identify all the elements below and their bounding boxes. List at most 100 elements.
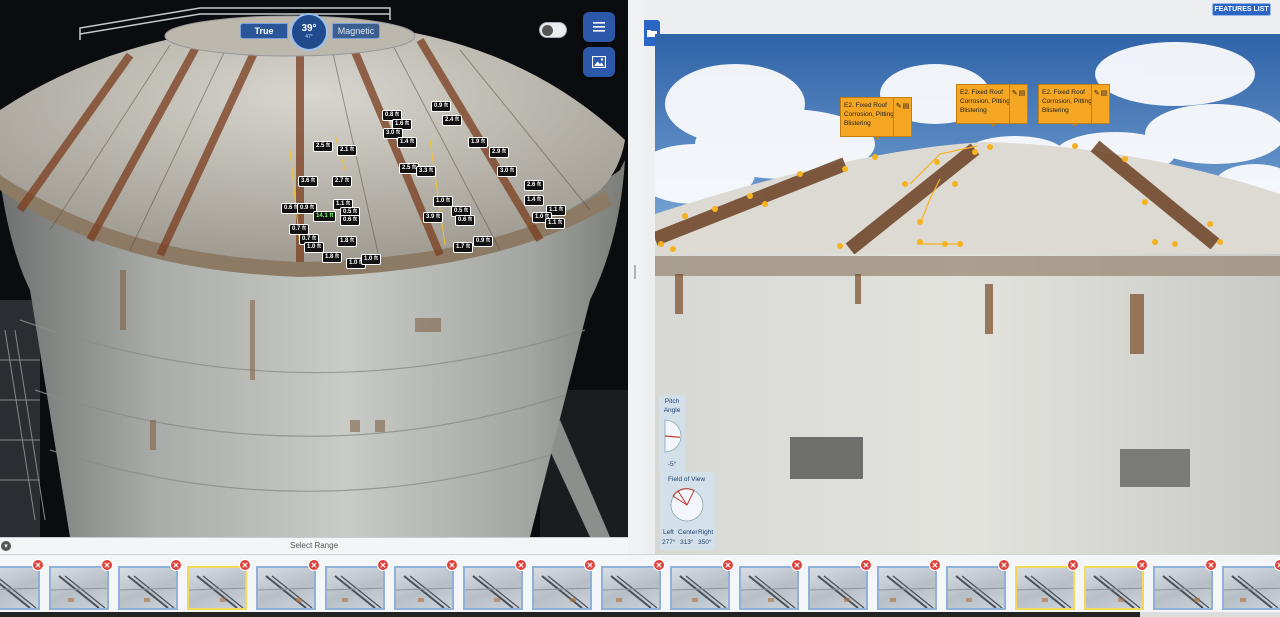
thumbnail-picture <box>672 575 728 608</box>
tank-3d-model[interactable] <box>0 0 628 537</box>
measurement-label[interactable]: 2.1 ft <box>337 145 358 156</box>
thumbnail-image[interactable] <box>877 566 937 610</box>
close-icon[interactable]: ✕ <box>584 559 596 571</box>
thumbnail-image[interactable] <box>394 566 454 610</box>
close-icon[interactable]: ✕ <box>170 559 182 571</box>
view-toggle[interactable] <box>539 22 567 38</box>
measurement-label[interactable]: 2.5 ft <box>313 141 334 152</box>
features-list-button[interactable]: FEATURES LIST <box>1212 3 1271 16</box>
field-of-view-widget: Field of View Left Center Right 277° 313… <box>660 472 715 550</box>
measurement-label[interactable]: 3.3 ft <box>416 166 437 177</box>
thumbnail-image[interactable] <box>1084 566 1144 610</box>
close-icon[interactable]: ✕ <box>377 559 389 571</box>
measurement-label[interactable]: 1.8 ft <box>337 236 358 247</box>
thumbnail-image[interactable] <box>1015 566 1075 610</box>
feature-tag-tools: ✎ ▤ <box>893 98 911 136</box>
fov-right-value: 350° <box>698 539 712 546</box>
magnetic-north-button[interactable]: Magnetic <box>332 23 380 39</box>
thumbnail-image[interactable] <box>808 566 868 610</box>
thumbnail-image[interactable] <box>601 566 661 610</box>
measurement-label[interactable]: 1.0 ft <box>361 254 382 265</box>
thumbnail-image[interactable] <box>532 566 592 610</box>
pencil-icon[interactable]: ✎ <box>1012 89 1018 123</box>
measurement-label[interactable]: 2.9 ft <box>489 147 510 158</box>
splitter-grip[interactable] <box>634 265 636 279</box>
thumbnail-picture <box>120 575 176 608</box>
thumbnail-image[interactable] <box>739 566 799 610</box>
select-range-bar[interactable]: ▾ Select Range <box>0 537 628 554</box>
close-icon[interactable]: ✕ <box>722 559 734 571</box>
measurement-label[interactable]: 0.6 ft <box>340 215 361 226</box>
close-icon[interactable]: ✕ <box>101 559 113 571</box>
measurement-label[interactable]: 3.0 ft <box>497 166 518 177</box>
close-icon[interactable]: ✕ <box>653 559 665 571</box>
thumbnail-image[interactable] <box>256 566 316 610</box>
thumbnail-image[interactable] <box>1153 566 1213 610</box>
measurement-label-highlighted[interactable]: 14.1 ft <box>313 211 337 222</box>
pitch-title-line1: Pitch <box>664 398 680 405</box>
menu-button[interactable] <box>583 12 615 42</box>
thumbnail-image[interactable] <box>187 566 247 610</box>
pencil-icon[interactable]: ✎ <box>1094 89 1100 123</box>
thumbnail-picture <box>879 575 935 608</box>
thumbnail-image[interactable] <box>1222 566 1280 610</box>
trash-icon[interactable]: ▤ <box>1019 89 1026 123</box>
feature-tag[interactable]: E2. Fixed Roof Corrosion, Pitting Bliste… <box>956 84 1028 127</box>
thumbnail-image[interactable] <box>49 566 109 610</box>
close-icon[interactable]: ✕ <box>998 559 1010 571</box>
measurement-label[interactable]: 3.9 ft <box>423 212 444 223</box>
point-cloud-viewer[interactable]: True 39° 47° Magnetic 0.9 ft 0.8 ft 2.4 … <box>0 0 628 537</box>
close-icon[interactable]: ✕ <box>929 559 941 571</box>
compass-dial[interactable]: 39° 47° <box>290 13 328 51</box>
measurement-label[interactable]: 0.9 ft <box>431 101 452 112</box>
fov-gauge <box>670 488 704 522</box>
measurement-label[interactable]: 3.6 ft <box>298 176 319 187</box>
close-icon[interactable]: ✕ <box>1274 559 1280 571</box>
measurement-label[interactable]: 1.9 ft <box>468 137 489 148</box>
measurement-label[interactable]: 1.4 ft <box>397 137 418 148</box>
measurement-label[interactable]: 1.1 ft <box>545 218 566 229</box>
measurement-label[interactable]: 1.0 ft <box>433 196 454 207</box>
true-north-button[interactable]: True <box>240 23 288 39</box>
close-icon[interactable]: ✕ <box>515 559 527 571</box>
close-icon[interactable]: ✕ <box>446 559 458 571</box>
feature-tag[interactable]: E2. Fixed Roof Corrosion, Pitting Bliste… <box>840 97 912 140</box>
trash-icon[interactable]: ▤ <box>903 102 910 136</box>
close-icon[interactable]: ✕ <box>1205 559 1217 571</box>
measurement-label[interactable]: 1.7 ft <box>453 242 474 253</box>
pencil-icon[interactable]: ✎ <box>896 102 902 136</box>
thumbnail-picture <box>189 575 245 608</box>
thumbnail-image[interactable] <box>118 566 178 610</box>
measurement-label[interactable]: 2.7 ft <box>332 176 353 187</box>
thumbnail-picture <box>465 575 521 608</box>
thumbnail-image[interactable] <box>946 566 1006 610</box>
measurement-label[interactable]: 1.8 ft <box>322 252 343 263</box>
feature-tag-text: E2. Fixed Roof Corrosion, Pitting Bliste… <box>960 89 1010 114</box>
thumbnail-picture <box>1224 575 1280 608</box>
pane-splitter[interactable] <box>628 0 644 554</box>
thumbnail-strip[interactable]: ✕ ✕ ✕ ✕ ✕ ✕ ✕ ✕ ✕ ✕ ✕ ✕ ✕ ✕ ✕ ✕ ✕ ✕ ✕ <box>0 554 1280 617</box>
image-button[interactable] <box>583 47 615 77</box>
close-icon[interactable]: ✕ <box>1136 559 1148 571</box>
fov-right-label: Right <box>698 529 714 536</box>
thumbnail-image[interactable] <box>463 566 523 610</box>
feature-tag[interactable]: E2. Fixed Roof Corrosion, Pitting Bliste… <box>1038 84 1110 127</box>
thumbnail-image[interactable] <box>0 566 40 610</box>
trash-icon[interactable]: ▤ <box>1101 89 1108 123</box>
thumbnail-image[interactable] <box>670 566 730 610</box>
measurement-label[interactable]: 2.6 ft <box>524 180 545 191</box>
measurement-label[interactable]: 1.4 ft <box>524 195 545 206</box>
close-icon[interactable]: ✕ <box>239 559 251 571</box>
close-icon[interactable]: ✕ <box>1067 559 1079 571</box>
measurement-label[interactable]: 0.9 ft <box>473 236 494 247</box>
measurement-label[interactable]: 2.4 ft <box>442 115 463 126</box>
thumbnail-image[interactable] <box>325 566 385 610</box>
strip-scrollbar[interactable] <box>0 612 1140 617</box>
close-icon[interactable]: ✕ <box>860 559 872 571</box>
measurement-label[interactable]: 1.0 ft <box>304 242 325 253</box>
feature-tag-tools: ✎ ▤ <box>1009 85 1027 123</box>
measurement-label[interactable]: 0.6 ft <box>455 215 476 226</box>
close-icon[interactable]: ✕ <box>32 559 44 571</box>
close-icon[interactable]: ✕ <box>308 559 320 571</box>
close-icon[interactable]: ✕ <box>791 559 803 571</box>
